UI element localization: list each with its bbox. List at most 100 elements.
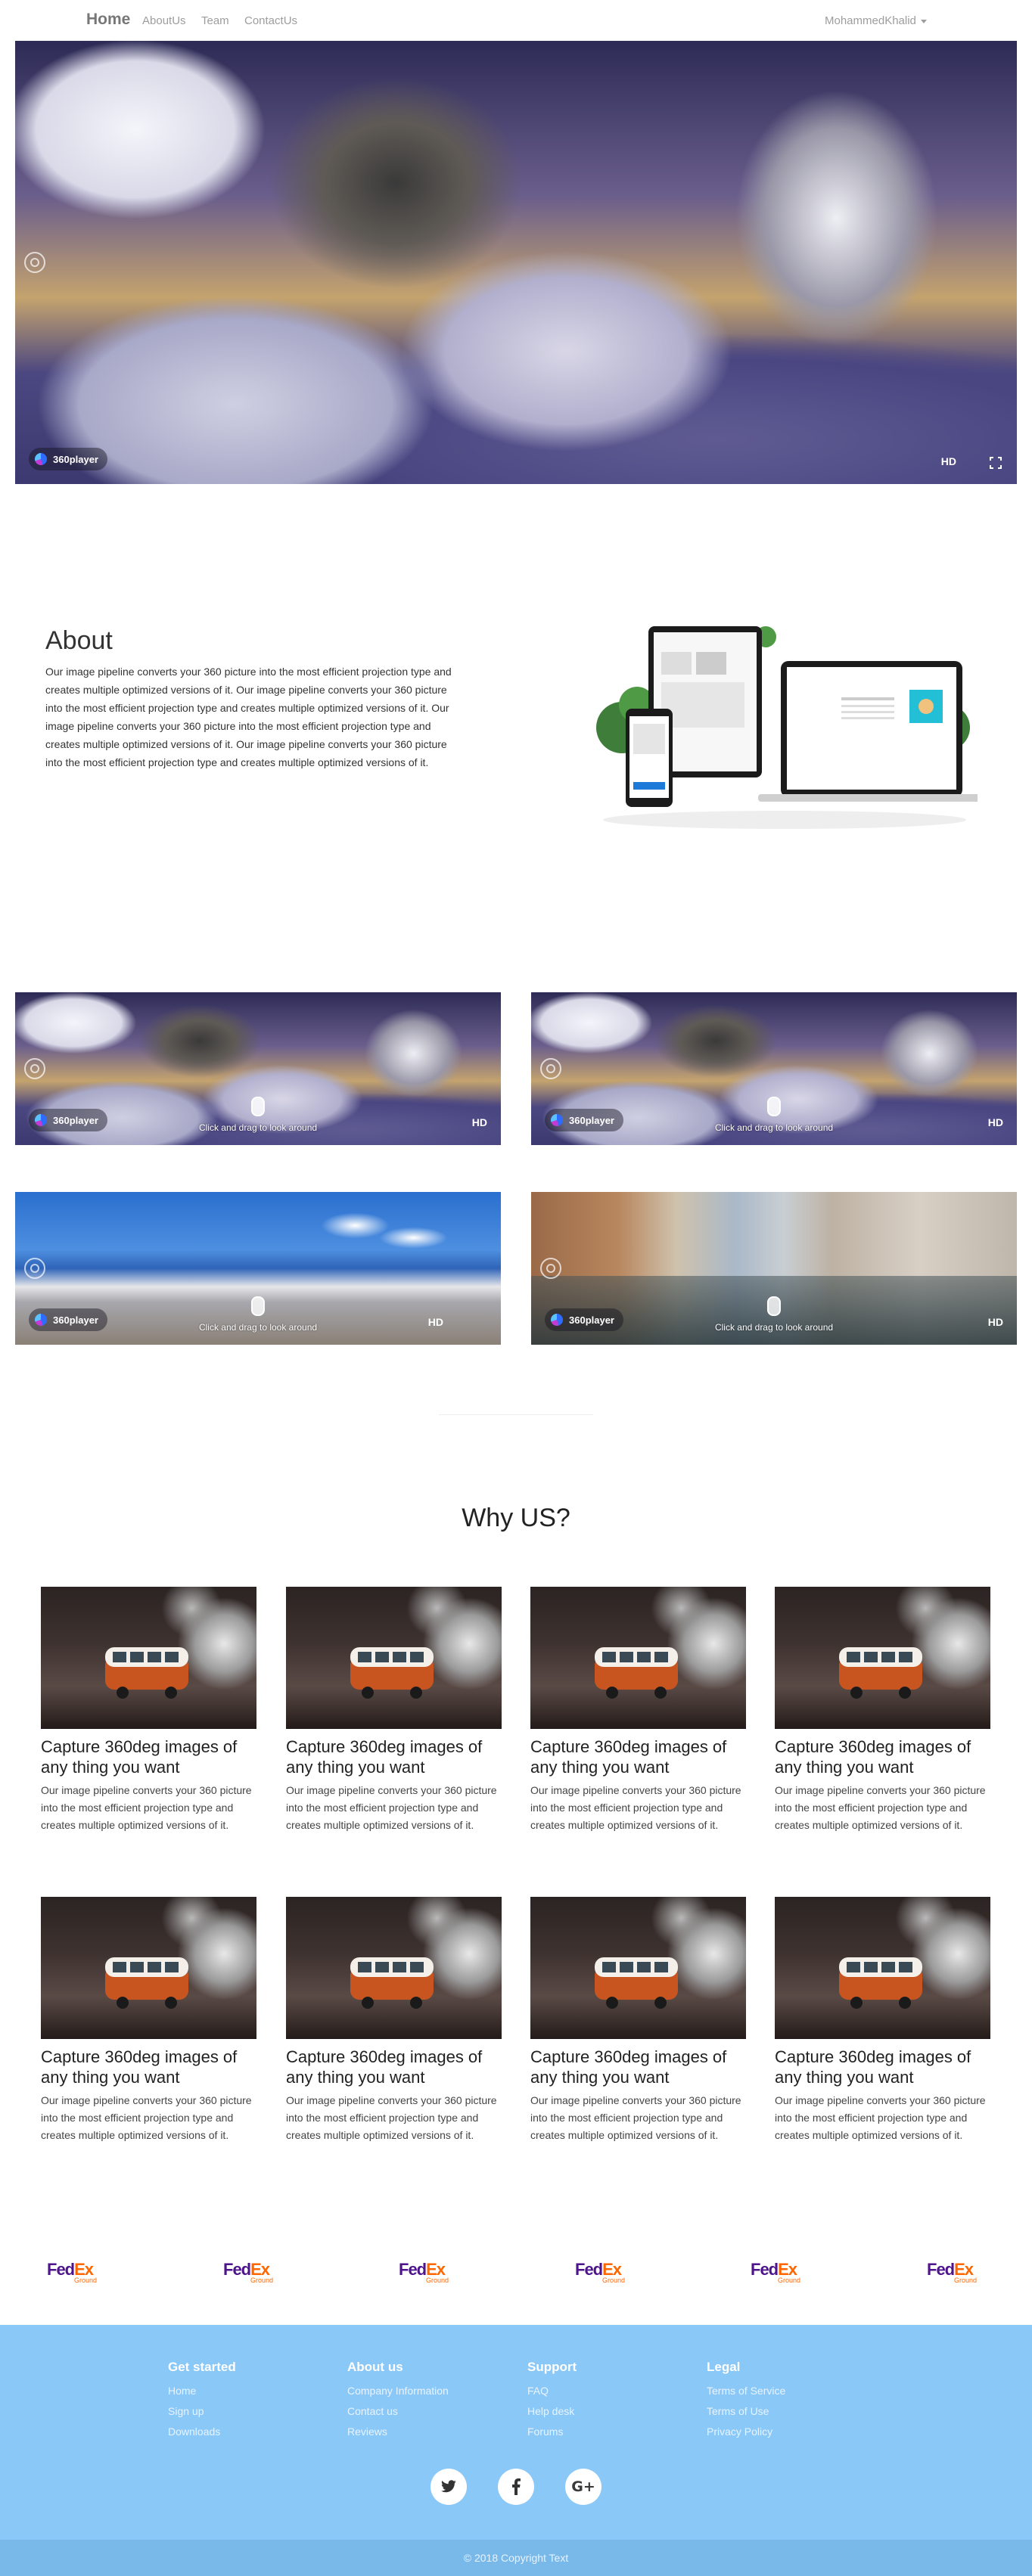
- footer-link-downloads[interactable]: Downloads: [168, 2422, 236, 2442]
- drag-hint-text: Click and drag to look around: [198, 1322, 318, 1333]
- footer-link-company-information[interactable]: Company Information: [347, 2381, 449, 2401]
- feature-card-title: Capture 360deg images of any thing you w…: [775, 2047, 971, 2087]
- hd-toggle[interactable]: HD: [988, 1316, 1003, 1328]
- 360player-logo-icon: [551, 1114, 563, 1126]
- footer-link-help-desk[interactable]: Help desk: [527, 2401, 577, 2422]
- feature-card-text: Our image pipeline converts your 360 pic…: [286, 2094, 497, 2141]
- hd-toggle[interactable]: HD: [941, 455, 956, 467]
- camper-van-image: [530, 1897, 746, 2039]
- feature-card-text: Our image pipeline converts your 360 pic…: [41, 2094, 252, 2141]
- footer-column-support: Support FAQ Help desk Forums: [527, 2360, 577, 2442]
- about-title: About: [45, 626, 113, 655]
- mouse-icon: [251, 1296, 265, 1316]
- fullscreen-icon[interactable]: [990, 457, 1002, 469]
- camper-van-image: [286, 1587, 502, 1729]
- player-badge-label: 360player: [53, 1314, 98, 1326]
- feature-card-title: Capture 360deg images of any thing you w…: [286, 2047, 483, 2087]
- user-menu-dropdown[interactable]: MohammedKhalid: [825, 14, 927, 27]
- panorama-player-4[interactable]: 360player Click and drag to look around …: [531, 1192, 1017, 1345]
- feature-card: Capture 360deg images of any thing you w…: [286, 1897, 502, 2144]
- van-figure: [839, 1957, 922, 2009]
- hd-toggle[interactable]: HD: [472, 1116, 487, 1128]
- footer-link-sign-up[interactable]: Sign up: [168, 2401, 236, 2422]
- 360player-logo-icon: [35, 1114, 47, 1126]
- feature-card: Capture 360deg images of any thing you w…: [775, 1587, 990, 1834]
- 360player-logo-icon: [35, 453, 47, 465]
- footer-link-reviews[interactable]: Reviews: [347, 2422, 449, 2442]
- nav-link-team[interactable]: Team: [201, 14, 229, 27]
- gyroscope-icon[interactable]: [540, 1258, 561, 1279]
- twitter-button[interactable]: [431, 2469, 467, 2505]
- about-text: Our image pipeline converts your 360 pic…: [45, 666, 452, 768]
- 360player-logo-icon: [35, 1314, 47, 1326]
- player-badge-label: 360player: [53, 453, 98, 465]
- footer-link-home[interactable]: Home: [168, 2381, 236, 2401]
- why-us-title: Why US?: [462, 1504, 570, 1532]
- footer-link-terms-of-service[interactable]: Terms of Service: [707, 2381, 785, 2401]
- panorama-player-2[interactable]: 360player Click and drag to look around …: [531, 992, 1017, 1145]
- feature-card-title: Capture 360deg images of any thing you w…: [41, 2047, 238, 2087]
- mouse-icon: [767, 1296, 781, 1316]
- gyroscope-icon[interactable]: [24, 1258, 45, 1279]
- player-badge[interactable]: 360player: [545, 1109, 623, 1131]
- gyroscope-icon[interactable]: [24, 252, 45, 273]
- player-badge[interactable]: 360player: [545, 1308, 623, 1331]
- player-badge-label: 360player: [569, 1314, 614, 1326]
- panorama-player-1[interactable]: 360player Click and drag to look around …: [15, 992, 501, 1145]
- nav-link-aboutus[interactable]: AboutUs: [142, 14, 186, 27]
- feature-card-title: Capture 360deg images of any thing you w…: [286, 1737, 483, 1777]
- fedex-logo: FedEx Ground: [223, 2260, 274, 2284]
- facebook-icon: [512, 2478, 521, 2495]
- player-badge[interactable]: 360player: [29, 1308, 107, 1331]
- drag-hint-text: Click and drag to look around: [198, 1122, 318, 1133]
- player-badge-label: 360player: [53, 1114, 98, 1126]
- facebook-button[interactable]: [498, 2469, 534, 2505]
- nav-link-contactus[interactable]: ContactUs: [244, 14, 297, 27]
- gyroscope-icon[interactable]: [24, 1058, 45, 1079]
- camper-van-image: [775, 1897, 990, 2039]
- google-plus-button[interactable]: G+: [565, 2469, 601, 2505]
- fedex-logo: FedEx Ground: [927, 2260, 978, 2284]
- feature-card: Capture 360deg images of any thing you w…: [41, 1897, 256, 2144]
- fedex-logo: FedEx Ground: [47, 2260, 98, 2284]
- fedex-logo: FedEx Ground: [575, 2260, 626, 2284]
- feature-card-title: Capture 360deg images of any thing you w…: [41, 1737, 238, 1777]
- feature-card-title: Capture 360deg images of any thing you w…: [530, 1737, 727, 1777]
- hd-toggle[interactable]: HD: [428, 1316, 443, 1328]
- footer-link-terms-of-use[interactable]: Terms of Use: [707, 2401, 785, 2422]
- footer-link-contact-us[interactable]: Contact us: [347, 2401, 449, 2422]
- footer-heading: About us: [347, 2360, 403, 2374]
- drag-hint: Click and drag to look around: [715, 1296, 833, 1333]
- van-figure: [350, 1647, 434, 1699]
- feature-card: Capture 360deg images of any thing you w…: [41, 1587, 256, 1834]
- section-divider: [439, 1414, 593, 1415]
- panorama-player-3[interactable]: 360player Click and drag to look around …: [15, 1192, 501, 1345]
- feature-card-text: Our image pipeline converts your 360 pic…: [530, 2094, 741, 2141]
- twitter-icon: [441, 2480, 456, 2493]
- player-badge[interactable]: 360player: [29, 1109, 107, 1131]
- footer-column-legal: Legal Terms of Service Terms of Use Priv…: [707, 2360, 785, 2442]
- feature-card-text: Our image pipeline converts your 360 pic…: [530, 1784, 741, 1831]
- copyright-text: © 2018 Copyright Text: [0, 2540, 1032, 2576]
- gyroscope-icon[interactable]: [540, 1058, 561, 1079]
- nav-home-link[interactable]: Home: [86, 11, 130, 29]
- van-figure: [105, 1957, 188, 2009]
- footer-link-faq[interactable]: FAQ: [527, 2381, 577, 2401]
- footer-heading: Support: [527, 2360, 577, 2374]
- 360player-logo-icon: [551, 1314, 563, 1326]
- footer-link-privacy-policy[interactable]: Privacy Policy: [707, 2422, 785, 2442]
- feature-card-title: Capture 360deg images of any thing you w…: [530, 2047, 727, 2087]
- drag-hint: Click and drag to look around: [199, 1097, 317, 1133]
- van-figure: [350, 1957, 434, 2009]
- fedex-logo: FedEx Ground: [751, 2260, 801, 2284]
- camper-van-image: [286, 1897, 502, 2039]
- hd-toggle[interactable]: HD: [988, 1116, 1003, 1128]
- fedex-logo: FedEx Ground: [399, 2260, 449, 2284]
- feature-card: Capture 360deg images of any thing you w…: [530, 1897, 746, 2144]
- van-figure: [595, 1647, 678, 1699]
- hero-360-player[interactable]: 360player HD: [15, 41, 1017, 484]
- footer-link-forums[interactable]: Forums: [527, 2422, 577, 2442]
- feature-card-title: Capture 360deg images of any thing you w…: [775, 1737, 971, 1777]
- player-badge[interactable]: 360player: [29, 448, 107, 470]
- mouse-icon: [767, 1097, 781, 1116]
